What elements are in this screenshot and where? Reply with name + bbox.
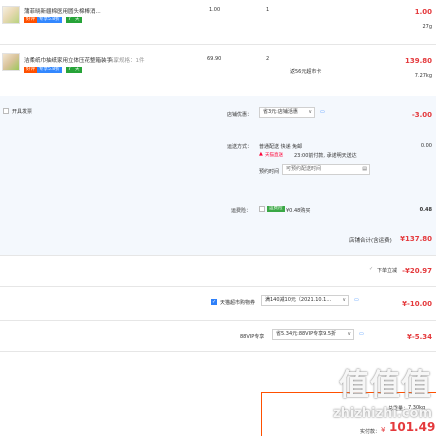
pay-amount: 101.49 — [389, 420, 436, 434]
unit-price: 1.00 — [209, 7, 221, 13]
chevron-down-icon: ∨ — [308, 109, 312, 115]
tag-discount: 专享5.8折 — [37, 67, 62, 73]
tag-praise: 好评 — [24, 67, 37, 73]
insurance-label: 运费险： — [231, 208, 252, 214]
shipping-label: 运送方式： — [227, 144, 253, 150]
coupon-checkbox[interactable] — [211, 299, 217, 305]
product-name[interactable]: 蒲菲晓新疆棉医用圆头棉棒消... — [24, 7, 101, 15]
store-options-panel: 开具发票 店铺优惠： 省3元:店铺活惠 ∨ ▭ -3.00 运送方式： 普通配送… — [0, 96, 436, 255]
invoice-label: 开具发票 — [12, 109, 33, 115]
summary-area: 总重量： 7.30kg 实付款： ¥ 101.49 值值值 zhizhizhi.… — [0, 352, 436, 436]
promo-text: 返56元超市卡 — [290, 69, 322, 75]
express-text: 23:00前付款, 承诺明天送达 — [294, 153, 357, 159]
coupon-select[interactable]: 满140减10元（2021.10.1... ∨ — [261, 295, 349, 306]
express-badge: 天猫直送 — [265, 153, 283, 158]
vip-label: 88VIP专享 — [240, 334, 265, 340]
tag-return-days: 7 — [66, 67, 73, 73]
item-subtotal: 1.00 — [414, 8, 432, 16]
tag-praise: 好评 — [24, 17, 37, 23]
appoint-time-placeholder: 可预约配送时间 — [286, 166, 322, 172]
tag-return-unit: 天 — [73, 67, 82, 73]
order-discount-label: 下单立减 — [377, 268, 398, 274]
insurance-amount: 0.48 — [419, 207, 432, 213]
tag-return-days: 7 — [66, 17, 73, 23]
chevron-down-icon: ∨ — [342, 297, 346, 303]
watermark-site: zhizhizhi.com — [333, 406, 432, 421]
cart-item: 蒲菲晓新疆棉医用圆头棉棒消... 好评 专享5.8折 7 天 1.00 1 1.… — [0, 0, 436, 44]
pay-currency: ¥ — [381, 426, 386, 434]
watermark-logo: 值值值 — [339, 368, 432, 403]
insurance-checkbox[interactable] — [259, 206, 265, 212]
insurance-tag: 运费险 — [267, 206, 285, 212]
product-name[interactable]: 洁柔纸巾抽纸家用立体压花整箱装手... — [24, 56, 117, 64]
item-subtotal: 139.80 — [404, 57, 432, 65]
store-discount-amount: -3.00 — [411, 111, 432, 119]
cart-item: 洁柔纸巾抽纸家用立体压花整箱装手... 商家规格：1件 好评 专享5.8折 7 … — [0, 45, 436, 95]
coupon-row: 天猫超市购物券 满140减10元（2021.10.1... ∨ ▭ ¥-10.0… — [0, 287, 436, 320]
store-total-amount: ¥137.80 — [400, 235, 432, 243]
insurance-text: ¥0.48购买 — [286, 208, 311, 214]
store-discount-label: 店铺优惠： — [227, 112, 253, 118]
store-discount-select[interactable]: 省3元:店铺活惠 ∨ — [259, 107, 315, 118]
unit-price: 69.90 — [207, 56, 222, 62]
calendar-icon: ▤ — [362, 166, 367, 172]
quantity[interactable]: 1 — [266, 7, 269, 13]
product-thumbnail[interactable] — [2, 53, 20, 71]
check-icon: ✓ — [369, 266, 374, 272]
chevron-down-icon: ∨ — [347, 331, 351, 337]
tag-discount: 专享5.8折 — [37, 17, 62, 23]
store-total-label: 店铺合计(含运费) — [349, 238, 392, 244]
vip-amount: ¥-5.34 — [406, 333, 432, 341]
coupon-amount: ¥-10.00 — [402, 300, 432, 308]
vip-value: 省5.34元:88VIP专享9.5折 — [276, 331, 337, 337]
coupon-label: 天猫超市购物券 — [220, 300, 256, 306]
quantity[interactable]: 2 — [266, 56, 269, 62]
pay-label: 实付款： — [360, 429, 381, 435]
appoint-label: 预约时间 — [259, 169, 280, 175]
tmall-logo-icon: ▲ — [259, 151, 263, 157]
shipping-value: 普通配送 快递 免邮 — [259, 144, 303, 150]
invoice-checkbox[interactable] — [3, 108, 9, 114]
tag-return-unit: 天 — [73, 17, 82, 23]
info-icon[interactable]: ▭ — [359, 331, 364, 337]
appoint-time-select[interactable]: 可预约配送时间 ▤ — [282, 164, 370, 175]
info-icon[interactable]: ▭ — [354, 297, 359, 303]
vip-select[interactable]: 省5.34元:88VIP专享9.5折 ∨ — [272, 329, 354, 340]
item-weight: 27g — [422, 24, 432, 30]
order-discount-amount: -¥20.97 — [402, 267, 432, 275]
vip-row: 88VIP专享 省5.34元:88VIP专享9.5折 ∨ ▭ ¥-5.34 — [0, 321, 436, 351]
item-weight: 7.27kg — [414, 73, 432, 79]
info-icon[interactable]: ▭ — [320, 109, 325, 115]
shipping-fee: 0.00 — [420, 143, 432, 149]
product-thumbnail[interactable] — [2, 6, 20, 24]
order-discount-row: ✓ 下单立减 -¥20.97 — [0, 256, 436, 286]
product-spec: 商家规格：1件 — [108, 58, 145, 64]
store-discount-value: 省3元:店铺活惠 — [263, 109, 298, 115]
coupon-value: 满140减10元（2021.10.1... — [265, 297, 332, 303]
